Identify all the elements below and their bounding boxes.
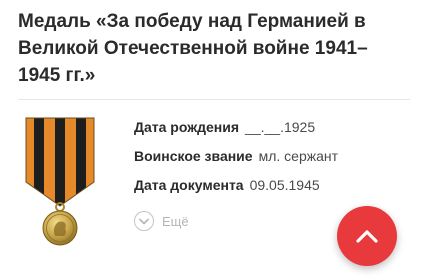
award-title: Медаль «За победу над Германией в Велико…: [18, 11, 368, 86]
medal-image: [25, 117, 95, 246]
detail-value: мл. сержант: [258, 148, 339, 164]
detail-label: Воинское звание: [134, 148, 253, 164]
detail-label: Дата рождения: [134, 119, 240, 135]
detail-value: __.__.1925: [245, 119, 316, 135]
chevron-up-icon: [356, 230, 378, 243]
detail-row-document-date: Дата документа 09.05.1945: [134, 176, 338, 195]
divider: [18, 99, 410, 100]
award-card: Медаль «За победу над Германией в Велико…: [0, 0, 428, 280]
more-label: Ещё: [162, 213, 189, 229]
scroll-to-top-button[interactable]: [337, 206, 397, 266]
more-button[interactable]: Ещё: [134, 211, 189, 231]
detail-row-birth-date: Дата рождения __.__.1925: [134, 118, 338, 137]
detail-row-rank: Воинское звание мл. сержант: [134, 147, 338, 166]
chevron-down-icon: [134, 211, 154, 231]
detail-value: 09.05.1945: [249, 177, 320, 193]
details-list: Дата рождения __.__.1925 Воинское звание м…: [134, 118, 338, 205]
detail-label: Дата документа: [134, 177, 244, 193]
